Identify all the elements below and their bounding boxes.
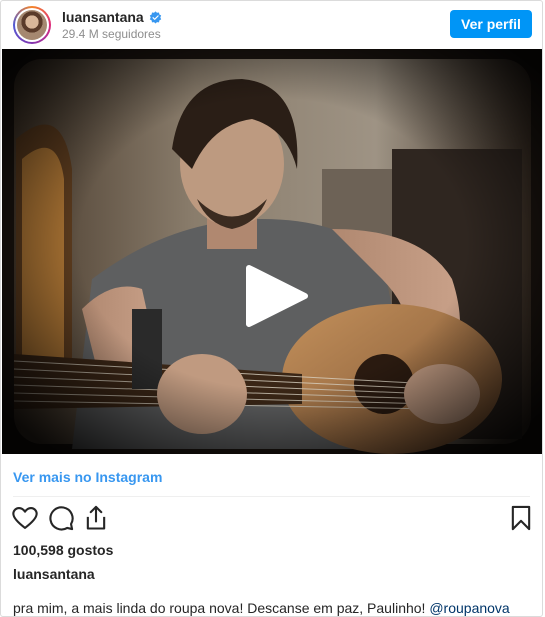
bookmark-icon[interactable]	[507, 504, 535, 532]
instagram-embed-card: luansantana 29.4 M seguidores Ver perfil	[0, 0, 543, 617]
share-icon[interactable]	[82, 504, 110, 532]
caption-author[interactable]: luansantana	[13, 566, 95, 582]
verified-badge-icon	[149, 10, 161, 24]
followers-count: 29.4 M seguidores	[62, 27, 161, 41]
caption: pra mim, a mais linda do roupa nova! Des…	[13, 600, 510, 616]
avatar-image	[17, 10, 47, 40]
caption-text: pra mim, a mais linda do roupa nova! Des…	[13, 600, 430, 616]
heart-icon[interactable]	[11, 504, 39, 532]
video-media[interactable]	[2, 49, 542, 454]
play-icon[interactable]	[245, 264, 309, 328]
video-thumbnail	[2, 49, 542, 454]
avatar[interactable]	[13, 6, 51, 44]
action-bar	[1, 504, 542, 536]
view-profile-button[interactable]: Ver perfil	[450, 10, 532, 38]
post-header: luansantana 29.4 M seguidores Ver perfil	[1, 1, 542, 49]
comment-icon[interactable]	[47, 504, 75, 532]
view-more-link[interactable]: Ver mais no Instagram	[13, 469, 162, 485]
likes-count: 100,598 gostos	[13, 542, 114, 558]
divider	[13, 496, 530, 497]
mention-link[interactable]: @roupanova	[429, 600, 509, 616]
username[interactable]: luansantana	[62, 9, 144, 25]
username-row: luansantana	[62, 9, 162, 25]
